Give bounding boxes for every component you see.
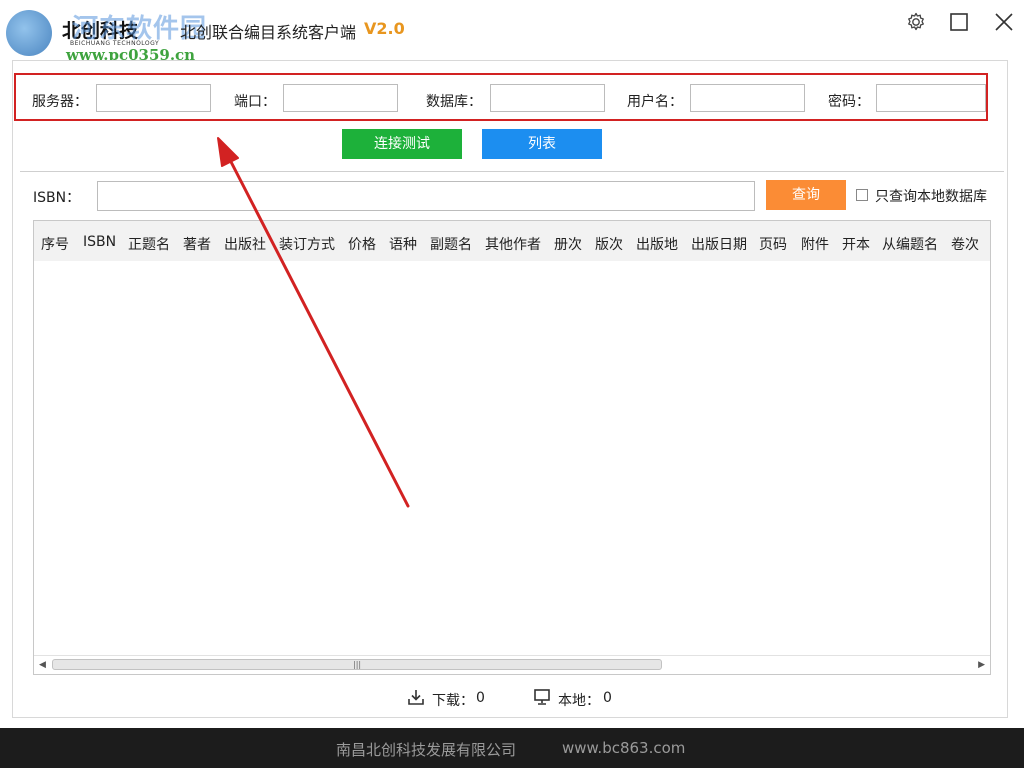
column-header[interactable]: ISBN bbox=[83, 234, 116, 250]
gear-icon bbox=[908, 12, 924, 31]
database-input[interactable] bbox=[490, 84, 605, 112]
server-label: 服务器： bbox=[32, 94, 88, 110]
title-bar: 北创科技 BEICHUANG TECHNOLOGY 河东软件园 www.pc03… bbox=[0, 0, 1024, 64]
query-button[interactable]: 查询 bbox=[766, 180, 846, 210]
isbn-input[interactable] bbox=[97, 181, 755, 211]
username-label: 用户名： bbox=[627, 94, 683, 110]
download-count: 0 bbox=[476, 690, 485, 706]
logo-emblem bbox=[6, 10, 52, 56]
isbn-label: ISBN： bbox=[33, 190, 81, 206]
scroll-left-icon[interactable]: ◀ bbox=[39, 660, 46, 670]
list-button[interactable]: 列表 bbox=[482, 129, 602, 159]
column-header[interactable]: 其他作者 bbox=[485, 234, 541, 254]
footer-website[interactable]: www.bc863.com bbox=[562, 739, 685, 757]
port-label: 端口： bbox=[234, 94, 276, 110]
local-count: 0 bbox=[603, 690, 612, 706]
window-title: 北创联合编目系统客户端 bbox=[180, 23, 357, 42]
monitor-icon bbox=[534, 689, 550, 705]
column-header[interactable]: 出版社 bbox=[224, 234, 266, 254]
column-header[interactable]: 册次 bbox=[554, 234, 582, 254]
column-header[interactable]: 语种 bbox=[389, 234, 417, 254]
column-header[interactable]: 装订方式 bbox=[279, 234, 335, 254]
download-icon bbox=[408, 690, 424, 705]
column-header[interactable]: 从编题名 bbox=[882, 234, 938, 254]
port-input[interactable] bbox=[283, 84, 398, 112]
password-label: 密码： bbox=[828, 94, 870, 110]
column-header[interactable]: 卷次 bbox=[951, 234, 979, 254]
maximize-icon bbox=[950, 13, 968, 31]
section-divider bbox=[20, 171, 1004, 172]
footer-company: 南昌北创科技发展有限公司 bbox=[336, 741, 517, 759]
column-header[interactable]: 出版日期 bbox=[691, 234, 747, 254]
local-only-label[interactable]: 只查询本地数据库 bbox=[875, 186, 987, 206]
column-header[interactable]: 价格 bbox=[348, 234, 376, 254]
column-header[interactable]: 著者 bbox=[183, 234, 211, 254]
column-header[interactable]: 副题名 bbox=[430, 234, 472, 254]
column-header[interactable]: 出版地 bbox=[636, 234, 678, 254]
settings-button[interactable] bbox=[902, 10, 930, 34]
username-input[interactable] bbox=[690, 84, 805, 112]
password-input[interactable] bbox=[876, 84, 986, 112]
download-label: 下载： bbox=[432, 693, 474, 709]
column-header[interactable]: 正题名 bbox=[128, 234, 170, 254]
maximize-button[interactable] bbox=[945, 10, 973, 34]
column-header[interactable]: 页码 bbox=[759, 234, 787, 254]
local-only-checkbox[interactable] bbox=[856, 189, 868, 201]
grip-icon: ||| bbox=[353, 660, 362, 669]
server-input[interactable] bbox=[96, 84, 211, 112]
close-icon bbox=[995, 13, 1013, 31]
scrollbar-thumb[interactable]: ||| bbox=[52, 659, 662, 670]
local-label: 本地： bbox=[558, 693, 600, 709]
column-header[interactable]: 序号 bbox=[41, 234, 69, 254]
connection-test-button[interactable]: 连接测试 bbox=[342, 129, 462, 159]
database-label: 数据库： bbox=[426, 94, 482, 110]
horizontal-scrollbar[interactable]: ◀ ||| ▶ bbox=[34, 655, 990, 674]
column-header[interactable]: 附件 bbox=[801, 234, 829, 254]
window-version: V2.0 bbox=[364, 19, 405, 38]
grid-header: 序号 ISBN 正题名 著者 出版社 装订方式 价格 语种 副题名 其他作者 册… bbox=[34, 221, 990, 261]
column-header[interactable]: 版次 bbox=[595, 234, 623, 254]
results-grid[interactable]: 序号 ISBN 正题名 著者 出版社 装订方式 价格 语种 副题名 其他作者 册… bbox=[33, 220, 991, 675]
column-header[interactable]: 开本 bbox=[842, 234, 870, 254]
scroll-right-icon[interactable]: ▶ bbox=[978, 660, 985, 670]
close-button[interactable] bbox=[990, 10, 1018, 34]
